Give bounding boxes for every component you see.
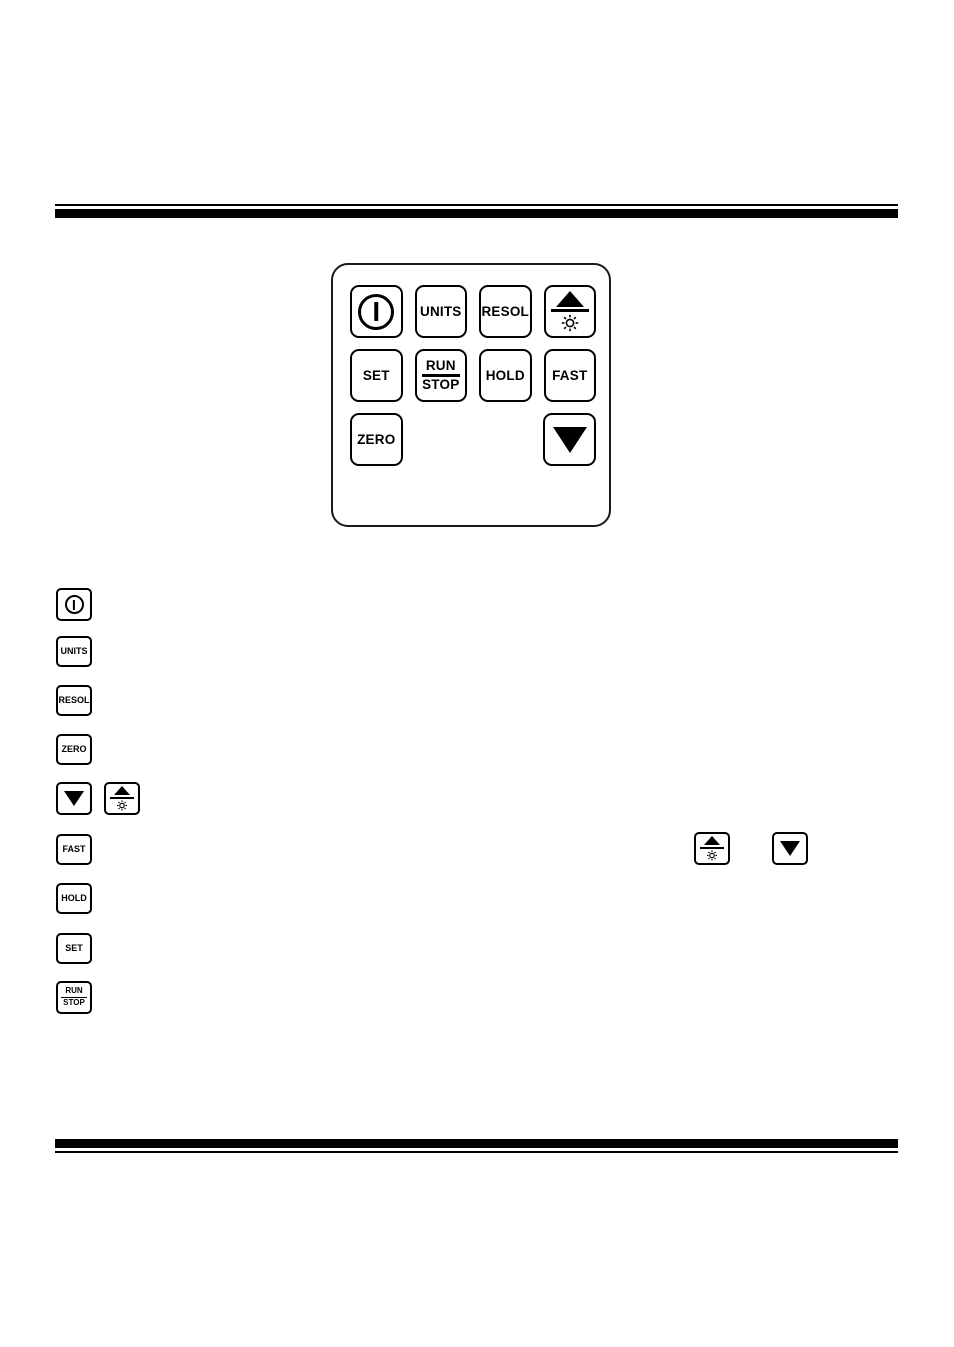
footer-rule-thick-bar	[55, 1139, 898, 1148]
keypad-units-button[interactable]: UNITS	[414, 285, 467, 338]
legend-icon-resol-label: RESOL	[58, 695, 90, 705]
keypad-fast-label: FAST	[552, 367, 588, 383]
legend-icon-hold[interactable]: HOLD	[56, 883, 92, 914]
triangle-down-icon	[780, 841, 800, 856]
keypad-up-brightness-button[interactable]	[543, 285, 596, 338]
legend-icon-units[interactable]: UNITS	[56, 636, 92, 667]
power-icon	[64, 595, 84, 614]
keypad-row: UNITS RESOL	[350, 285, 596, 338]
run-stop-stack: RUN STOP	[61, 986, 87, 1008]
keypad-empty-slot	[479, 413, 531, 466]
legend-icon-zero-label: ZERO	[61, 744, 87, 754]
keypad-down-button[interactable]	[543, 413, 596, 466]
brightness-sun-icon	[706, 850, 718, 861]
keypad-row: SET RUN STOP HOLD FAST	[350, 349, 596, 402]
inline-icon-down-arrow[interactable]	[772, 832, 808, 865]
legend-icon-fast[interactable]: FAST	[56, 834, 92, 865]
triangle-down-icon	[64, 791, 84, 806]
header-rule-thick-bar	[55, 209, 898, 218]
up-arrow-brightness-icon	[110, 786, 134, 811]
brightness-sun-icon	[561, 314, 578, 332]
legend-icon-hold-label: HOLD	[61, 893, 87, 903]
divider-line	[700, 846, 724, 849]
triangle-up-icon	[114, 786, 130, 796]
keypad-set-button[interactable]: SET	[350, 349, 403, 402]
inline-icon-up-arrow-brightness[interactable]	[694, 832, 730, 865]
legend-icon-zero[interactable]: ZERO	[56, 734, 92, 765]
divider-line	[110, 796, 134, 799]
legend-icon-power[interactable]	[56, 588, 92, 621]
legend-icon-run-label: RUN	[65, 986, 83, 996]
triangle-up-icon	[704, 836, 720, 846]
legend-icon-resol[interactable]: RESOL	[56, 685, 92, 716]
keypad-hold-label: HOLD	[485, 367, 525, 383]
keypad-run-label: RUN	[425, 357, 456, 373]
legend-icon-fast-label: FAST	[62, 844, 86, 854]
keypad-resol-label: RESOL	[481, 303, 529, 319]
keypad-run-stop-button[interactable]: RUN STOP	[414, 349, 467, 402]
power-icon	[358, 293, 395, 330]
brightness-sun-icon	[116, 800, 128, 811]
legend-icon-units-label: UNITS	[60, 646, 88, 656]
divider-line	[550, 309, 589, 312]
keypad-power-button[interactable]	[350, 285, 403, 338]
legend-icon-stop-label: STOP	[63, 998, 85, 1008]
footer-rule	[55, 1139, 898, 1153]
header-rule	[55, 204, 898, 218]
keypad-set-label: SET	[362, 367, 390, 383]
keypad-units-label: UNITS	[420, 303, 462, 319]
keypad-hold-button[interactable]: HOLD	[479, 349, 532, 402]
keypad-resol-button[interactable]: RESOL	[479, 285, 532, 338]
keypad-empty-slot	[415, 413, 467, 466]
keypad-zero-label: ZERO	[357, 431, 396, 447]
up-arrow-brightness-icon	[700, 836, 724, 861]
legend-icon-down-arrow[interactable]	[56, 782, 92, 815]
legend-icon-set-label: SET	[65, 943, 83, 953]
triangle-down-icon	[552, 426, 587, 453]
footer-rule-thin-line	[55, 1151, 898, 1153]
keypad-grid: UNITS RESOL SET RUN STOP HOLD FAST ZERO	[350, 285, 596, 477]
run-stop-stack: RUN STOP	[421, 357, 460, 393]
keypad-fast-button[interactable]: FAST	[543, 349, 596, 402]
triangle-up-icon	[555, 291, 584, 307]
legend-icon-run-stop[interactable]: RUN STOP	[56, 981, 92, 1014]
keypad-stop-label: STOP	[422, 377, 460, 393]
keypad-row: ZERO	[350, 413, 596, 466]
legend-icon-up-arrow-brightness[interactable]	[104, 782, 140, 815]
up-arrow-brightness-icon	[550, 291, 589, 332]
legend-icon-set[interactable]: SET	[56, 933, 92, 964]
instrument-keypad-diagram: UNITS RESOL SET RUN STOP HOLD FAST ZERO	[331, 263, 611, 527]
keypad-zero-button[interactable]: ZERO	[350, 413, 403, 466]
